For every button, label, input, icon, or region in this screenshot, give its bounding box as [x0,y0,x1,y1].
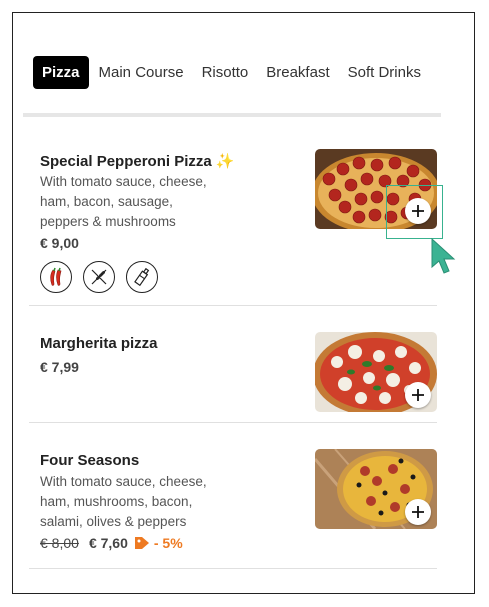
add-to-cart-button[interactable] [405,382,431,408]
plus-icon [412,506,424,518]
discount-label: - 5% [153,535,183,551]
plus-icon [412,389,424,401]
sparkle-icon: ✨ [215,153,235,170]
bottle-icon [126,261,158,293]
menu-item[interactable]: Four Seasons With tomato sauce, cheese, … [29,437,437,567]
tab-risotto[interactable]: Risotto [202,64,249,81]
item-price: € 7,99 [40,359,79,375]
discount-tag-icon [134,536,150,553]
menu-item[interactable]: Special Pepperoni Pizza ✨ With tomato sau… [29,140,437,300]
item-title: Margherita pizza [40,335,158,352]
four-seasons-pizza-image [315,449,437,529]
item-price: € 7,60 [88,535,128,551]
category-tabs: Pizza Main Course Risotto Breakfast Soft… [33,54,439,90]
item-divider [29,422,437,423]
tabs-divider [23,113,441,117]
chili-peppers-icon [40,261,72,293]
original-price: € 8,00 [40,535,79,551]
menu-item[interactable]: Margherita pizza € 7,99 [29,320,437,420]
item-divider [29,568,437,569]
item-title: Special Pepperoni Pizza ✨ [40,152,234,170]
item-description: With tomato sauce, cheese, ham, mushroom… [40,474,207,529]
tab-breakfast[interactable]: Breakfast [266,64,329,81]
dietary-badges [40,261,169,293]
tab-main-course[interactable]: Main Course [99,64,184,81]
item-divider [29,305,437,306]
item-title: Four Seasons [40,452,140,469]
target-highlight-box [386,185,443,239]
tab-soft-drinks[interactable]: Soft Drinks [348,64,421,81]
mouse-cursor-icon [430,237,458,282]
item-description: With tomato sauce, cheese, ham, bacon, s… [40,174,207,229]
item-title-text: Special Pepperoni Pizza [40,153,212,170]
item-price-row: € 8,00 € 7,60 - 5% [40,535,183,553]
tab-pizza[interactable]: Pizza [33,55,89,89]
add-to-cart-button[interactable] [405,499,431,525]
item-price: € 9,00 [40,235,79,251]
wheat-icon [83,261,115,293]
margherita-pizza-image [315,332,437,412]
